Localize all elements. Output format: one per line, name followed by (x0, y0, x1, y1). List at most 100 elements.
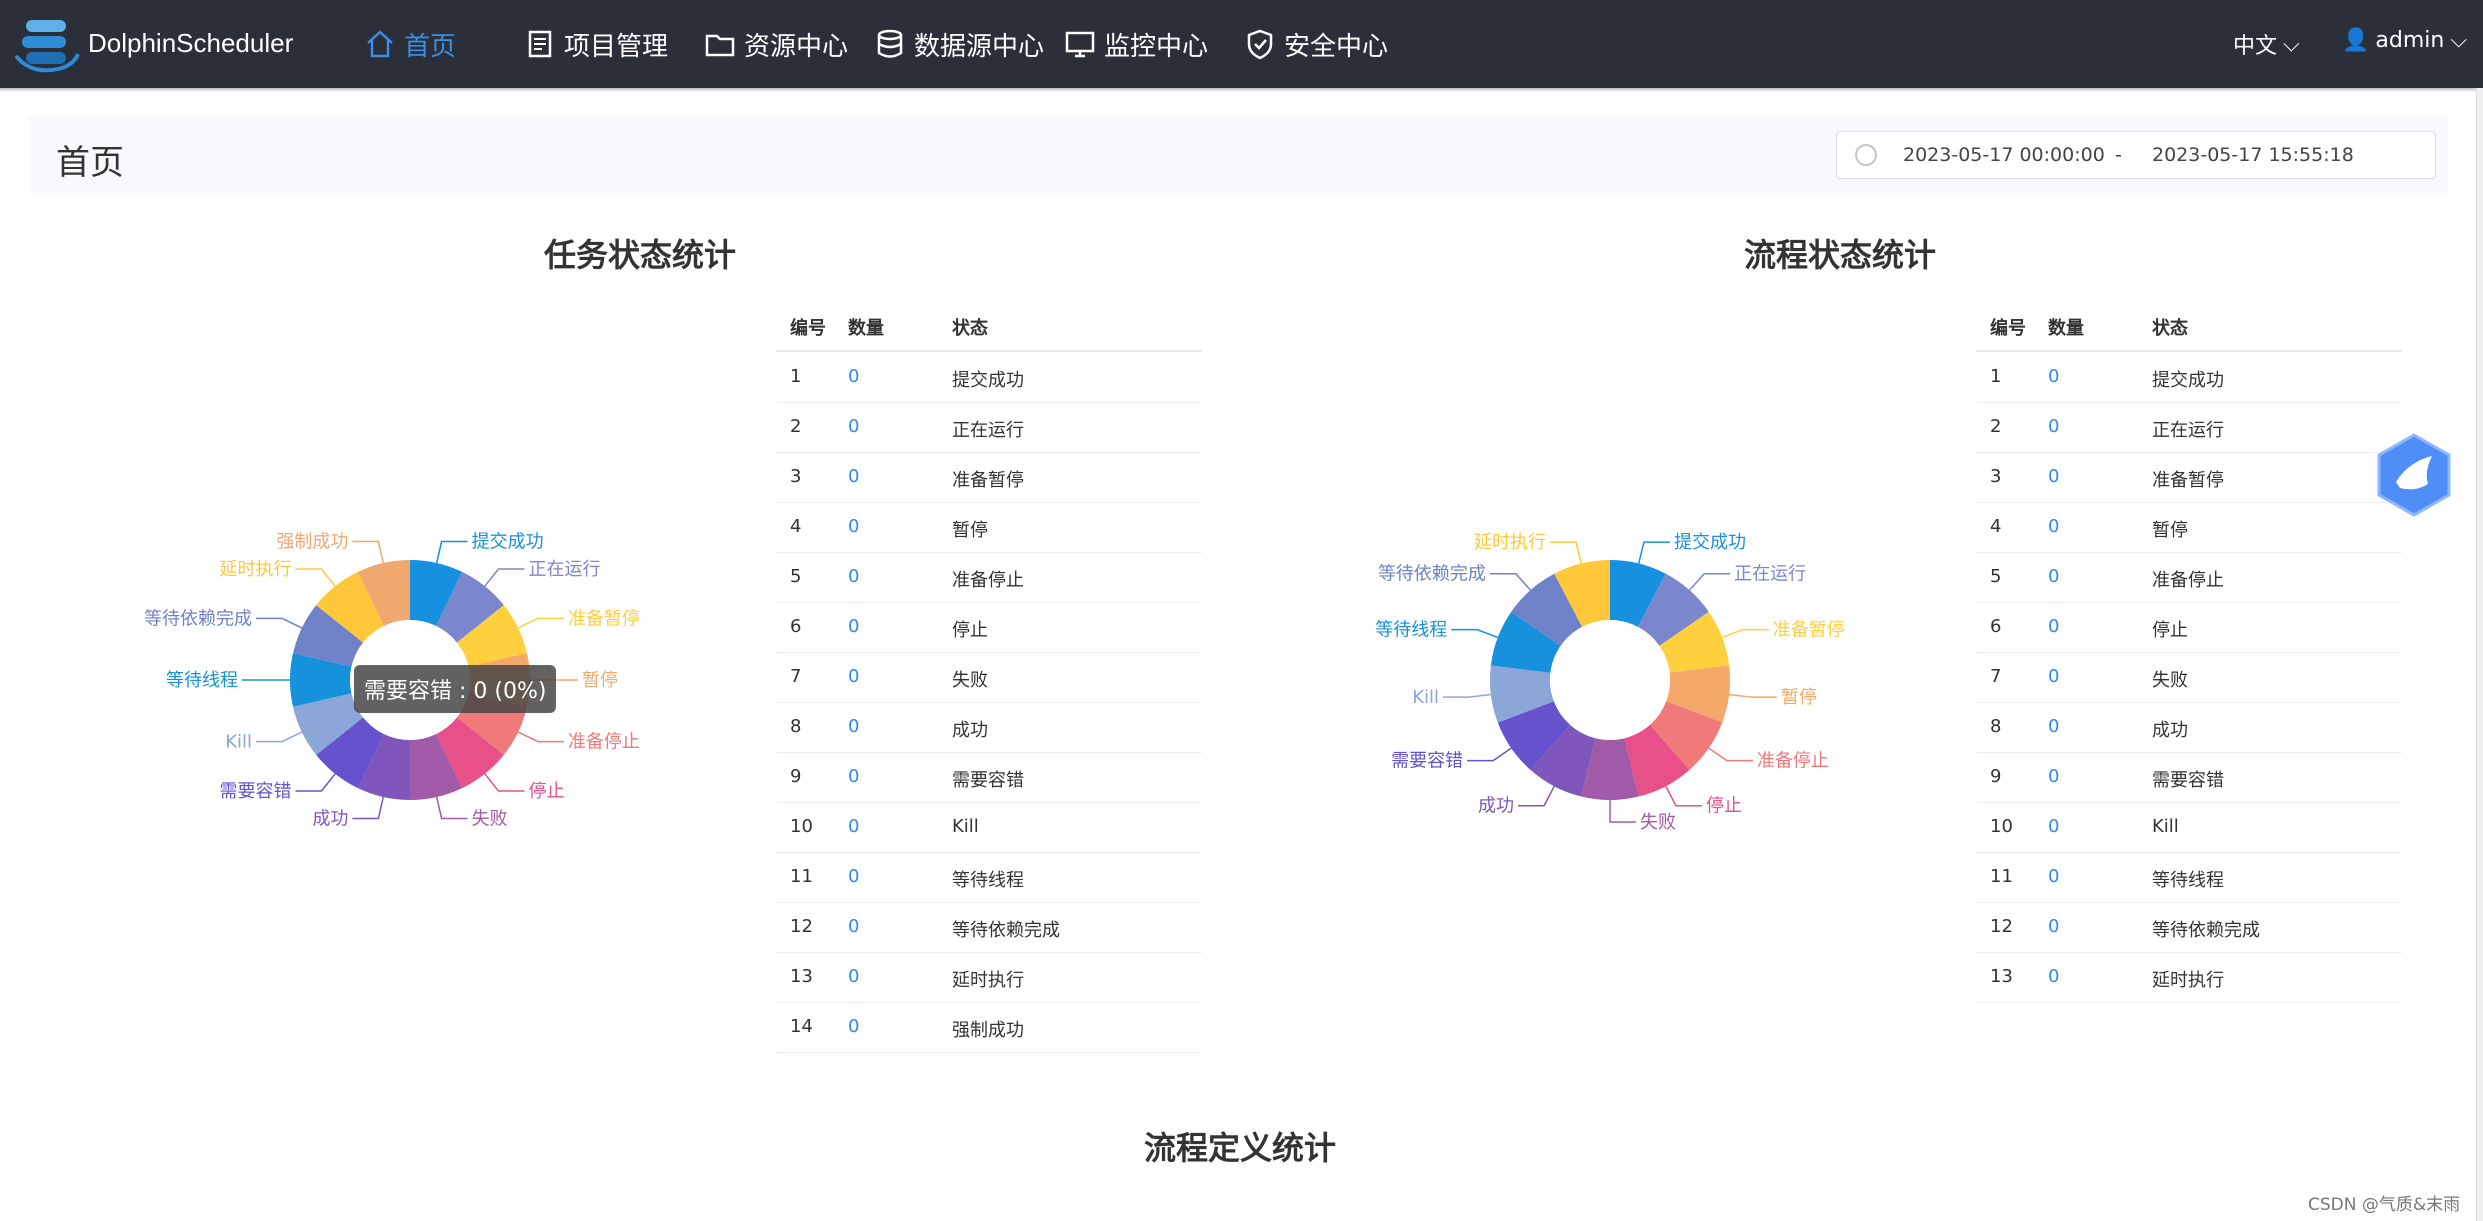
pie-slice-label: 等待线程 (166, 670, 238, 691)
pie-label-line (295, 568, 336, 587)
row-count-link[interactable]: 0 (2048, 916, 2059, 937)
row-state: 准备暂停 (2152, 470, 2224, 491)
row-count-link[interactable]: 0 (848, 866, 859, 887)
row-state: Kill (952, 816, 979, 837)
row-count-link[interactable]: 0 (2048, 616, 2059, 637)
row-count-link[interactable]: 0 (848, 416, 859, 437)
row-count-link[interactable]: 0 (2048, 766, 2059, 787)
row-count-link[interactable]: 0 (2048, 816, 2059, 837)
row-count-link[interactable]: 0 (848, 716, 859, 737)
date-start[interactable]: 2023-05-17 00:00:00 (1903, 144, 2105, 166)
row-state: 停止 (2152, 620, 2188, 641)
language-dropdown[interactable]: 中文 ⌵ (2233, 28, 2300, 60)
row-count-link[interactable]: 0 (848, 566, 859, 587)
row-count-link[interactable]: 0 (848, 816, 859, 837)
row-count-link[interactable]: 0 (2048, 516, 2059, 537)
user-dropdown[interactable]: 👤 admin ⌵ (2342, 28, 2467, 53)
task-stats-title: 任务状态统计 (543, 236, 736, 274)
pie-label-line (1689, 572, 1731, 591)
row-count-link[interactable]: 0 (848, 766, 859, 787)
row-state: Kill (2152, 816, 2179, 837)
row-state: 失败 (2152, 670, 2188, 691)
row-count-link[interactable]: 0 (2048, 466, 2059, 487)
row-state: 需要容错 (2152, 770, 2224, 791)
donut-hole (1550, 620, 1670, 740)
brand-name[interactable]: DolphinScheduler (88, 28, 293, 59)
row-count-link[interactable]: 0 (2048, 966, 2059, 987)
row-state: 等待依赖完成 (2152, 920, 2260, 941)
table-row: 4 0 暂停 (1976, 502, 2402, 553)
nav-datasource[interactable]: 数据源中心 (874, 24, 1044, 64)
row-id: 1 (1990, 366, 2002, 387)
row-count-link[interactable]: 0 (848, 366, 859, 387)
row-count-link[interactable]: 0 (2048, 366, 2059, 387)
row-id: 4 (790, 516, 802, 537)
chevron-down-icon: ⌵ (2283, 31, 2300, 57)
pie-label-line (1451, 628, 1499, 639)
table-row: 14 0 强制成功 (776, 1002, 1202, 1053)
nav-monitor[interactable]: 监控中心 (1064, 24, 1208, 64)
row-id: 13 (790, 966, 813, 987)
pie-label-line (435, 540, 468, 564)
nav-home[interactable]: 首页 (364, 24, 456, 64)
row-state: 等待线程 (952, 870, 1024, 891)
row-id: 12 (790, 916, 813, 937)
row-count-link[interactable]: 0 (2048, 866, 2059, 887)
dolphin-logo-icon[interactable] (12, 16, 82, 78)
language-label: 中文 (2233, 34, 2278, 59)
row-count-link[interactable]: 0 (2048, 666, 2059, 687)
definition-stats-title: 流程定义统计 (1143, 1129, 1336, 1167)
pie-slice-label: 强制成功 (276, 532, 348, 553)
table-row: 7 0 失败 (776, 652, 1202, 703)
row-id: 11 (790, 866, 813, 887)
pie-slice-label: Kill (1412, 687, 1439, 708)
row-count-link[interactable]: 0 (2048, 566, 2059, 587)
row-id: 9 (1990, 766, 2002, 787)
table-row: 13 0 延时执行 (1976, 952, 2402, 1003)
pie-slice-label: 成功 (1478, 796, 1514, 817)
row-state: 需要容错 (952, 770, 1024, 791)
row-id: 9 (790, 766, 802, 787)
row-count-link[interactable]: 0 (848, 916, 859, 937)
pie-label-line (352, 540, 385, 564)
pie-label-line (1467, 747, 1512, 762)
row-count-link[interactable]: 0 (848, 516, 859, 537)
row-count-link[interactable]: 0 (848, 966, 859, 987)
process-status-table: 编号 数量 状态 1 0 提交成功 2 0 正在运行 3 0 准备暂停 4 0 暂停 5 0 准备停止 6 0 停… (1976, 300, 2402, 1010)
row-state: 提交成功 (952, 370, 1024, 391)
row-count-link[interactable]: 0 (848, 666, 859, 687)
pie-slice-label: 失败 (1640, 812, 1676, 833)
row-count-link[interactable]: 0 (2048, 416, 2059, 437)
row-state: 延时执行 (952, 970, 1024, 991)
chart-tooltip: 需要容错 : 0 (0%) (354, 665, 557, 713)
row-state: 正在运行 (952, 420, 1024, 441)
table-row: 8 0 成功 (1976, 702, 2402, 753)
row-count-link[interactable]: 0 (848, 466, 859, 487)
nav-resource[interactable]: 资源中心 (704, 24, 848, 64)
nav-project[interactable]: 项目管理 (524, 24, 668, 64)
shield-icon (1247, 29, 1273, 60)
pie-label-line (256, 617, 303, 629)
row-count-link[interactable]: 0 (848, 1016, 859, 1037)
navbar-shadow (0, 88, 2483, 92)
page-scrollbar[interactable] (2476, 88, 2483, 1221)
pie-slice-label: 失败 (472, 808, 508, 829)
chevron-down-icon: ⌵ (2450, 28, 2468, 53)
row-count-link[interactable]: 0 (848, 616, 859, 637)
table-header: 编号 数量 状态 (776, 300, 1202, 352)
row-count-link[interactable]: 0 (2048, 716, 2059, 737)
process-status-pie-chart[interactable]: 提交成功正在运行准备暂停暂停准备停止停止失败 成功 需要容错 Kill 等待线程 等待依赖… (1290, 500, 1910, 870)
pie-slice-label: 正在运行 (529, 559, 601, 580)
pie-slice-label: 成功 (312, 808, 348, 829)
date-end[interactable]: 2023-05-17 15:55:18 (2152, 144, 2354, 166)
row-state: 等待依赖完成 (952, 920, 1060, 941)
table-row: 9 0 需要容错 (776, 752, 1202, 803)
pie-label-line (1708, 747, 1753, 762)
float-assistant-bird-icon[interactable] (2374, 432, 2454, 518)
date-range-picker[interactable]: 2023-05-17 00:00:00 - 2023-05-17 15:55:1… (1836, 131, 2436, 179)
pie-slice-label: 暂停 (582, 670, 618, 691)
pie-slice-label: 准备停止 (568, 732, 640, 753)
nav-security[interactable]: 安全中心 (1244, 24, 1388, 64)
table-row: 3 0 准备暂停 (776, 452, 1202, 503)
row-state: 强制成功 (952, 1020, 1024, 1041)
